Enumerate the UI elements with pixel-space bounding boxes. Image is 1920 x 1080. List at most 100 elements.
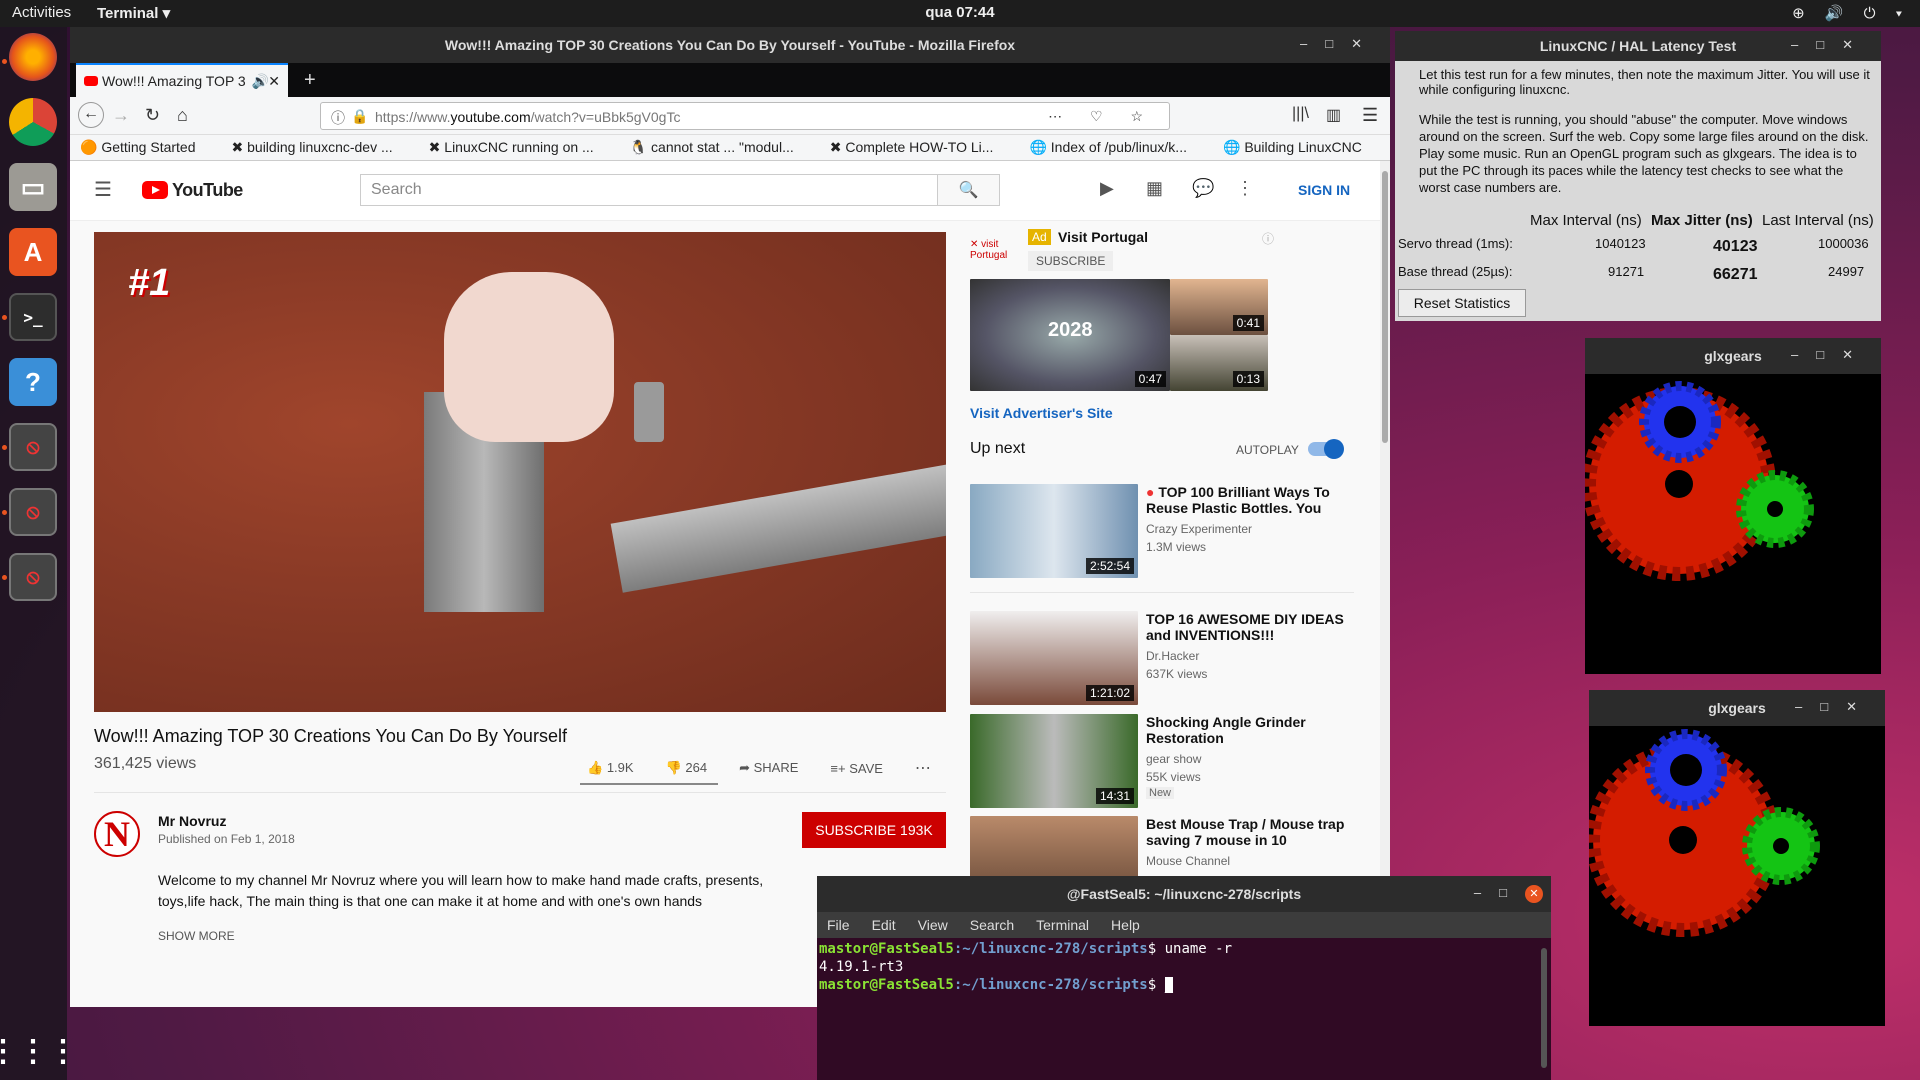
- show-apps-icon[interactable]: ⋮⋮⋮: [0, 1027, 78, 1075]
- menu-search[interactable]: Search: [970, 917, 1014, 933]
- up-next-heading: Up next: [970, 440, 1026, 457]
- related-title: Best Mouse Trap / Mouse trap saving 7 mo…: [1146, 816, 1345, 848]
- activities-button[interactable]: Activities: [12, 4, 71, 21]
- nut: [634, 382, 664, 442]
- reset-statistics-button[interactable]: Reset Statistics: [1398, 289, 1526, 317]
- terminal-titlebar[interactable]: @FastSeal5: ~/linuxcnc-278/scripts –□ ✕: [817, 876, 1551, 912]
- scrollbar-thumb[interactable]: [1382, 171, 1388, 443]
- col-max-interval: Max Interval (ns): [1530, 212, 1642, 229]
- latency-instructions-1: Let this test run for a few minutes, the…: [1419, 67, 1870, 97]
- more-actions-icon[interactable]: ⋯: [915, 758, 931, 778]
- bookmark-item[interactable]: 🐧 cannot stat ... "modul...: [630, 139, 812, 156]
- help-icon[interactable]: ?: [9, 358, 57, 406]
- gears-render: [1589, 729, 1820, 937]
- dislike-button[interactable]: 👎 264: [666, 760, 708, 776]
- chrome-icon[interactable]: [9, 98, 57, 146]
- channel-avatar[interactable]: N: [94, 811, 140, 857]
- menu-icon[interactable]: ☰: [1362, 105, 1378, 126]
- more-options-icon[interactable]: ⋮: [1236, 178, 1254, 199]
- latency-titlebar[interactable]: LinuxCNC / HAL Latency Test –□✕: [1395, 31, 1881, 61]
- related-views: 1.3M views: [1146, 540, 1207, 554]
- software-center-icon[interactable]: A: [9, 228, 57, 276]
- window-controls[interactable]: –□✕: [1795, 699, 1875, 715]
- system-tray[interactable]: ⊕ 🔊 ⏻ ▾: [1792, 4, 1910, 22]
- ad-thumbnail[interactable]: 0:41: [1170, 279, 1268, 335]
- ad-main-thumbnail[interactable]: 2028 0:47: [970, 279, 1170, 391]
- blocked-app-icon[interactable]: ⦸: [9, 423, 57, 471]
- new-tab-button[interactable]: +: [304, 69, 316, 92]
- home-button[interactable]: ⌂: [177, 105, 188, 126]
- url-bar[interactable]: ⓘ 🔒 https://www.youtube.com/watch?v=uBbk…: [320, 102, 1170, 130]
- autoplay-toggle[interactable]: [1308, 439, 1344, 459]
- bookmark-item[interactable]: 🌐 Building LinuxCNC: [1223, 139, 1380, 156]
- forward-button[interactable]: →: [112, 105, 130, 126]
- menu-view[interactable]: View: [918, 917, 948, 933]
- bookmark-item[interactable]: 🟠 Getting Started: [80, 139, 214, 156]
- bookmark-item[interactable]: 🌐 Index of /pub/linux/k...: [1029, 139, 1205, 156]
- terminal-output[interactable]: mastor@FastSeal5:~/linuxcnc-278/scripts$…: [817, 938, 1551, 996]
- menu-edit[interactable]: Edit: [872, 917, 896, 933]
- glxgears-titlebar[interactable]: glxgears –□✕: [1585, 338, 1881, 374]
- duration: 2:52:54: [1085, 558, 1134, 574]
- video-title: Wow!!! Amazing TOP 30 Creations You Can …: [94, 726, 567, 746]
- page-actions-icon[interactable]: ⋯ ♡ ☆: [1048, 108, 1155, 125]
- speaker-icon[interactable]: 🔊: [252, 73, 269, 90]
- glxgears-titlebar[interactable]: glxgears –□✕: [1589, 690, 1885, 726]
- servo-jitter: 40123: [1713, 238, 1758, 255]
- bookmark-item[interactable]: ✖ building linuxcnc-dev ...: [232, 139, 411, 156]
- subscribe-button[interactable]: SUBSCRIBE 193K: [802, 812, 946, 848]
- files-icon[interactable]: ▭: [9, 163, 57, 211]
- bookmark-item[interactable]: ✖ Complete HOW-TO Li...: [830, 139, 1012, 156]
- advertiser-link[interactable]: Visit Advertiser's Site: [970, 405, 1113, 421]
- clock[interactable]: qua 07:44: [0, 4, 1920, 21]
- window-controls[interactable]: –□✕: [1791, 37, 1871, 53]
- video-player[interactable]: #1: [94, 232, 946, 712]
- sidebar-icon[interactable]: ▥: [1326, 105, 1341, 125]
- share-button[interactable]: ➦ SHARE: [739, 760, 798, 776]
- create-video-icon[interactable]: ▶︎: [1100, 178, 1114, 199]
- like-button[interactable]: 👍 1.9K: [587, 760, 634, 776]
- channel-name[interactable]: Mr Novruz: [158, 813, 226, 829]
- video-thumbnail[interactable]: 1:21:02: [970, 611, 1138, 705]
- terminal-line: mastor@FastSeal5:~/linuxcnc-278/scripts$…: [819, 977, 1174, 993]
- blocked-app-icon[interactable]: ⦸: [9, 488, 57, 536]
- window-controls[interactable]: –□✕: [1791, 347, 1871, 363]
- blocked-app-icon[interactable]: ⦸: [9, 553, 57, 601]
- library-icon[interactable]: |||\: [1292, 105, 1309, 123]
- info-icon[interactable]: ⓘ: [331, 108, 345, 128]
- window-title: Wow!!! Amazing TOP 30 Creations You Can …: [444, 37, 1016, 53]
- reload-button[interactable]: ↻: [145, 105, 160, 126]
- running-indicator: [2, 59, 7, 64]
- bookmark-item[interactable]: ✖ LinuxCNC running on ...: [429, 139, 612, 156]
- show-more-button[interactable]: SHOW MORE: [158, 929, 235, 943]
- terminal-icon[interactable]: >_: [9, 293, 57, 341]
- close-tab-icon[interactable]: ✕: [268, 73, 280, 90]
- ad-thumbnail[interactable]: 0:13: [1170, 335, 1268, 391]
- browser-tab[interactable]: Wow!!! Amazing TOP 3 🔊 ✕: [76, 63, 288, 97]
- save-button[interactable]: ≡+ SAVE: [830, 761, 883, 776]
- hamburger-menu-icon[interactable]: ☰: [94, 177, 112, 202]
- terminal-scrollbar[interactable]: [1541, 948, 1547, 1068]
- search-button[interactable]: 🔍: [937, 174, 1000, 206]
- ad-subscribe-button[interactable]: SUBSCRIBE: [1028, 251, 1114, 271]
- firefox-titlebar[interactable]: Wow!!! Amazing TOP 30 Creations You Can …: [70, 27, 1390, 63]
- lock-icon: 🔒: [351, 108, 369, 124]
- messages-icon[interactable]: 💬: [1192, 178, 1214, 199]
- menu-file[interactable]: File: [827, 917, 850, 933]
- video-thumbnail[interactable]: 14:31: [970, 714, 1138, 808]
- window-controls[interactable]: –□✕: [1300, 36, 1380, 52]
- gear-hole: [1664, 406, 1696, 438]
- window-controls[interactable]: –□✕: [1474, 885, 1543, 903]
- menu-terminal[interactable]: Terminal: [1036, 917, 1089, 933]
- search-input[interactable]: Search: [360, 174, 938, 206]
- apps-grid-icon[interactable]: ▦: [1146, 178, 1163, 199]
- ad-name[interactable]: Visit Portugal: [1058, 229, 1148, 245]
- youtube-logo[interactable]: YouTube: [142, 180, 243, 201]
- app-menu[interactable]: Terminal ▾: [97, 4, 170, 22]
- firefox-icon[interactable]: [9, 33, 57, 81]
- back-button[interactable]: ←: [78, 102, 104, 128]
- video-thumbnail[interactable]: 2:52:54: [970, 484, 1138, 578]
- ad-info-icon[interactable]: ⓘ: [1262, 230, 1274, 247]
- menu-help[interactable]: Help: [1111, 917, 1140, 933]
- sign-in-button[interactable]: SIGN IN: [1298, 182, 1350, 198]
